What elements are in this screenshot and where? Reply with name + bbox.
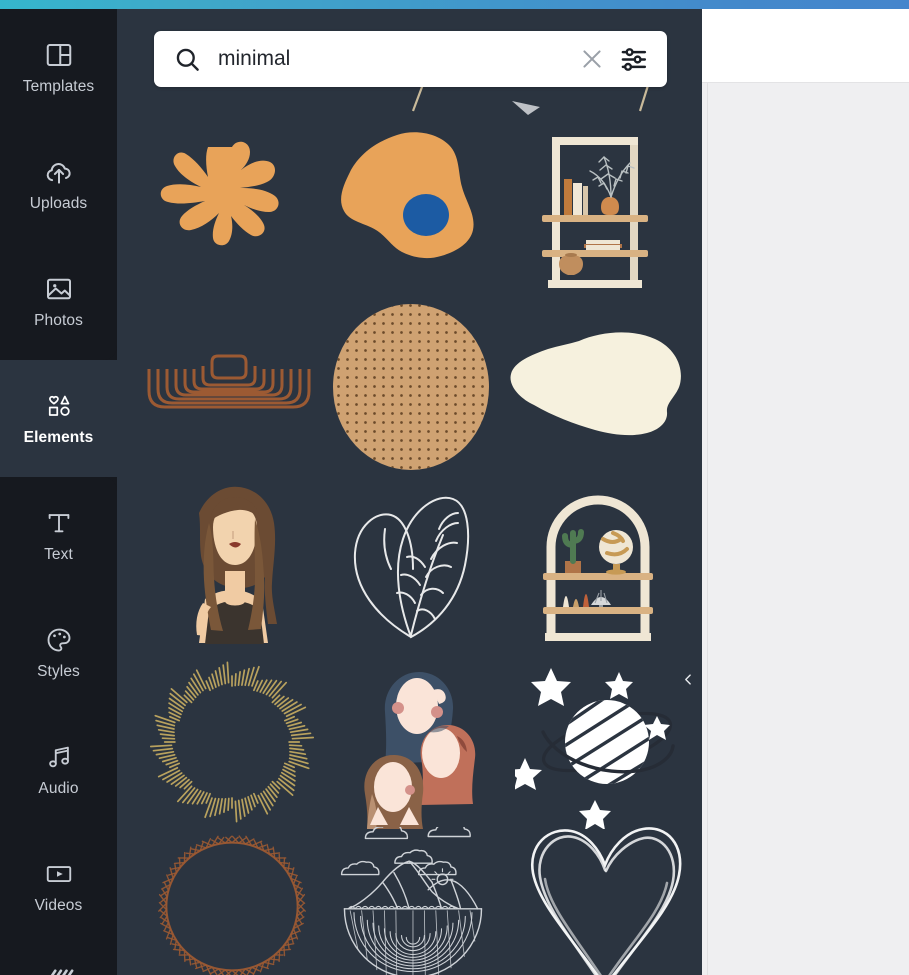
elements-grid xyxy=(117,9,702,975)
search-icon xyxy=(174,46,201,73)
sidebar-item-label: Elements xyxy=(23,429,94,447)
element-thumb-woman-portrait-illustration[interactable] xyxy=(147,479,317,644)
elements-results-panel xyxy=(117,9,702,975)
sidebar-item-templates[interactable]: Templates xyxy=(0,9,117,126)
element-thumb-laurel-wreath-circle[interactable] xyxy=(142,829,322,975)
close-icon[interactable] xyxy=(579,46,605,72)
photos-icon xyxy=(44,274,74,304)
background-icon xyxy=(44,967,74,975)
sidebar-item-elements[interactable]: Elements xyxy=(0,346,117,491)
sidebar-item-videos[interactable]: Videos xyxy=(0,828,117,945)
uploads-icon xyxy=(44,157,74,187)
styles-icon xyxy=(44,625,74,655)
element-thumb-dotted-tan-circle[interactable] xyxy=(325,301,497,473)
editor-toolbar[interactable] xyxy=(702,9,909,83)
sidebar-item-label: Photos xyxy=(34,312,83,330)
sidebar-item-label: Uploads xyxy=(29,195,88,213)
element-thumb-wooden-shelf-with-plant[interactable] xyxy=(512,127,682,297)
audio-icon xyxy=(44,742,74,772)
chevron-left-icon xyxy=(685,673,691,685)
sidebar-item-styles[interactable]: Styles xyxy=(0,594,117,711)
element-thumb-mountain-landscape-badge[interactable] xyxy=(325,827,500,975)
app-window: Templates Uploads Photos Elements Text S… xyxy=(0,0,909,975)
editor-region xyxy=(702,9,909,975)
element-thumb-orange-blob-blue-dot[interactable] xyxy=(325,127,500,295)
sidebar-item-label: Videos xyxy=(34,897,83,915)
panel-collapse-handle[interactable] xyxy=(675,621,702,737)
sidebar-item-text[interactable]: Text xyxy=(0,477,117,594)
videos-icon xyxy=(44,859,74,889)
sidebar-item-uploads[interactable]: Uploads xyxy=(0,126,117,243)
element-thumb-heart-outline-sketch[interactable] xyxy=(515,821,695,975)
sidebar-item-label: Templates xyxy=(22,78,95,96)
search-input[interactable] xyxy=(218,47,579,71)
sidebar-item-label: Text xyxy=(44,546,73,564)
sidebar-item-label: Audio xyxy=(38,780,79,798)
element-thumb-three-women-faces[interactable] xyxy=(325,654,500,829)
templates-icon xyxy=(44,40,74,70)
left-sidebar: Templates Uploads Photos Elements Text S… xyxy=(0,9,117,975)
window-accent-bar xyxy=(0,0,909,9)
app-shell: Templates Uploads Photos Elements Text S… xyxy=(0,9,702,975)
text-icon xyxy=(44,508,74,538)
element-thumb-concentric-arc-rainbow[interactable] xyxy=(139,309,319,469)
sidebar-item-label: Styles xyxy=(37,663,80,681)
element-thumb-line-art-leaves[interactable] xyxy=(325,477,500,647)
element-thumb-arched-shelf-with-globe[interactable] xyxy=(515,477,681,649)
element-thumb-planet-with-stars[interactable] xyxy=(515,654,690,829)
canvas-edge-rule xyxy=(707,83,708,975)
element-thumb-orange-leaf-shape[interactable] xyxy=(139,129,319,294)
sidebar-item-audio[interactable]: Audio xyxy=(0,711,117,828)
element-thumb-sunburst-ring[interactable] xyxy=(142,654,322,829)
sidebar-item-background[interactable] xyxy=(0,945,117,975)
sidebar-item-photos[interactable]: Photos xyxy=(0,243,117,360)
design-canvas[interactable] xyxy=(702,83,909,975)
elements-icon xyxy=(44,391,74,421)
search-bar[interactable] xyxy=(154,31,667,87)
filter-sliders-icon[interactable] xyxy=(619,44,650,75)
element-thumb-cream-organic-blob[interactable] xyxy=(507,329,687,454)
